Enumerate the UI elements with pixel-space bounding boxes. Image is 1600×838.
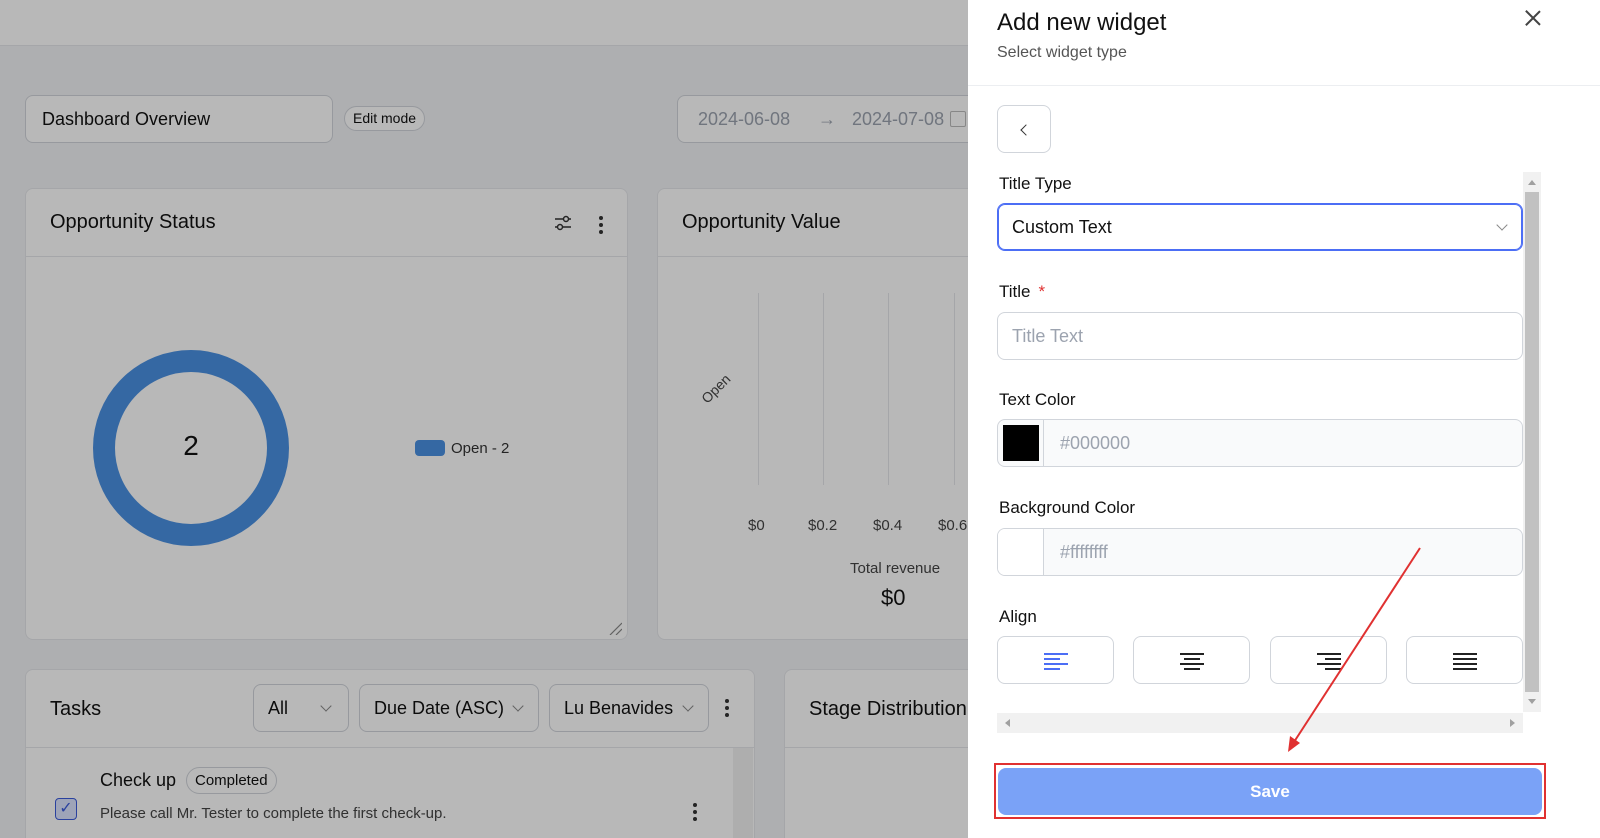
scroll-up-icon[interactable]	[1528, 180, 1536, 185]
scroll-right-icon[interactable]	[1510, 719, 1515, 727]
align-justify-icon	[1453, 653, 1477, 670]
text-color-swatch[interactable]	[998, 420, 1044, 466]
align-label: Align	[999, 607, 1037, 626]
scrollbar-thumb[interactable]	[1525, 192, 1539, 692]
align-center-button[interactable]	[1133, 636, 1250, 684]
form-horizontal-scrollbar[interactable]	[997, 713, 1523, 733]
align-left-icon	[1044, 653, 1068, 670]
background-color-field[interactable]: #ffffffff	[997, 528, 1523, 576]
close-icon[interactable]	[1521, 6, 1545, 30]
text-color-label: Text Color	[999, 390, 1076, 409]
chevron-left-icon	[1020, 124, 1032, 136]
align-center-icon	[1180, 653, 1204, 670]
add-widget-drawer: Add new widget Select widget type Title …	[968, 0, 1600, 838]
scroll-left-icon[interactable]	[1005, 719, 1010, 727]
save-highlight-annotation	[994, 763, 1546, 819]
required-marker: *	[1038, 282, 1046, 301]
back-button[interactable]	[997, 105, 1051, 153]
align-right-button[interactable]	[1270, 636, 1387, 684]
drawer-subtitle: Select widget type	[997, 44, 1127, 61]
align-justify-button[interactable]	[1406, 636, 1523, 684]
background-color-swatch[interactable]	[998, 529, 1044, 575]
background-color-value: #ffffffff	[1060, 542, 1108, 562]
title-label: Title *	[999, 282, 1045, 302]
title-type-select[interactable]: Custom Text	[997, 203, 1523, 251]
title-type-label: Title Type	[999, 174, 1072, 193]
drawer-header: Add new widget Select widget type	[968, 0, 1600, 86]
align-right-icon	[1317, 653, 1341, 670]
background-color-label: Background Color	[999, 498, 1136, 517]
drawer-title: Add new widget	[997, 9, 1167, 36]
text-color-field[interactable]: #000000	[997, 419, 1523, 467]
form-vertical-scrollbar[interactable]	[1523, 172, 1541, 712]
scroll-down-icon[interactable]	[1528, 699, 1536, 704]
text-color-value: #000000	[1060, 433, 1131, 453]
chevron-down-icon	[1496, 219, 1508, 231]
title-label-text: Title	[999, 282, 1031, 301]
title-input[interactable]: Title Text	[997, 312, 1523, 360]
align-left-button[interactable]	[997, 636, 1114, 684]
title-type-value: Custom Text	[1012, 217, 1112, 237]
